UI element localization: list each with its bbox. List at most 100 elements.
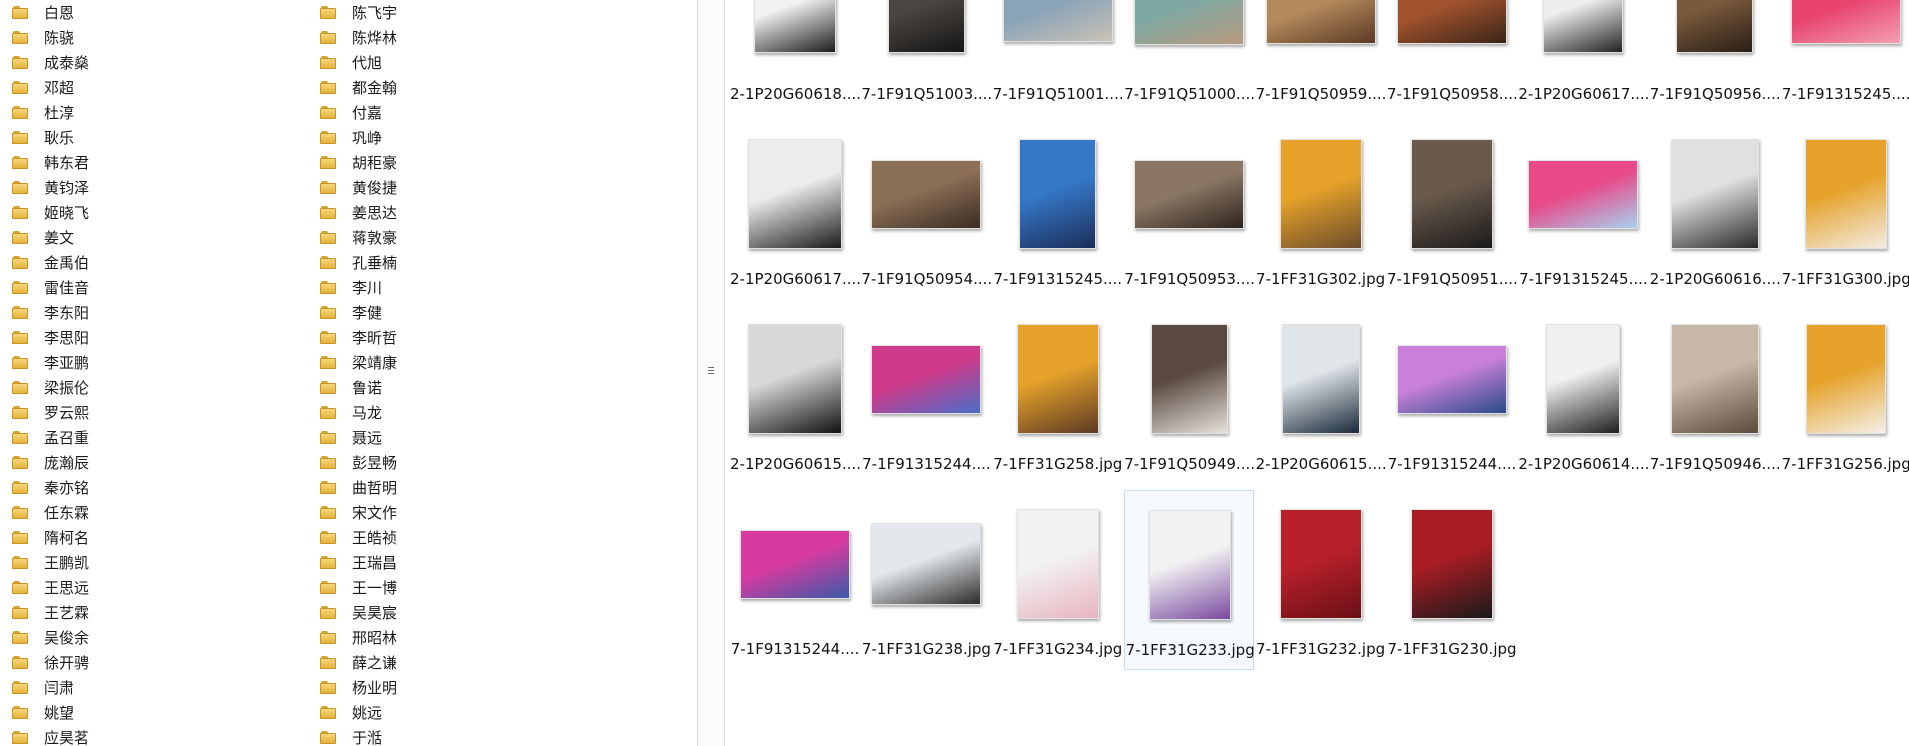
folder-item[interactable]: 李川 xyxy=(320,275,382,300)
file-tile[interactable]: 7-1F91Q51001.... xyxy=(993,0,1123,115)
file-tile[interactable]: 7-1FF31G238.jpg xyxy=(861,490,991,670)
folder-item[interactable]: 聂远 xyxy=(320,425,382,450)
file-tile[interactable]: 7-1F91Q51003.... xyxy=(861,0,991,115)
folder-item[interactable]: 姚望 xyxy=(12,700,74,725)
file-tile[interactable]: 7-1F91315244.... xyxy=(1387,305,1517,485)
file-tile[interactable]: 7-1FF31G256.jpg xyxy=(1781,305,1909,485)
folder-item[interactable]: 任东霖 xyxy=(12,500,89,525)
folder-item[interactable]: 吴昊宸 xyxy=(320,600,397,625)
folder-item[interactable]: 薛之谦 xyxy=(320,650,397,675)
folder-item[interactable]: 王皓祯 xyxy=(320,525,397,550)
folder-item[interactable]: 蒋敦豪 xyxy=(320,225,397,250)
file-tile[interactable]: 7-1F91315244.... xyxy=(730,490,860,670)
folder-item[interactable]: 吴俊余 xyxy=(12,625,89,650)
folder-item[interactable]: 梁靖康 xyxy=(320,350,397,375)
folder-item[interactable]: 罗云熙 xyxy=(12,400,89,425)
file-tile[interactable]: 7-1F91Q50951.... xyxy=(1387,120,1517,300)
file-tile[interactable]: 2-1P20G60617.... xyxy=(1518,0,1648,115)
folder-item[interactable]: 李昕哲 xyxy=(320,325,397,350)
folder-item[interactable]: 李健 xyxy=(320,300,382,325)
folder-item[interactable]: 孔垂楠 xyxy=(320,250,397,275)
folder-item[interactable]: 韩东君 xyxy=(12,150,89,175)
file-tile[interactable]: 7-1F91Q50946.... xyxy=(1650,305,1780,485)
folder-item[interactable]: 王鹏凯 xyxy=(12,550,89,575)
folder-item[interactable]: 黄钧泽 xyxy=(12,175,89,200)
folder-item[interactable]: 隋柯名 xyxy=(12,525,89,550)
file-tile[interactable]: 2-1P20G60614.... xyxy=(1518,305,1648,485)
folder-item[interactable]: 庞瀚辰 xyxy=(12,450,89,475)
folder-item[interactable]: 代旭 xyxy=(320,50,382,75)
file-tile[interactable]: 7-1F91315244.... xyxy=(861,305,991,485)
file-tile[interactable]: 7-1F91Q50953.... xyxy=(1124,120,1254,300)
file-tile[interactable]: 7-1FF31G302.jpg xyxy=(1256,120,1386,300)
file-tile[interactable]: 7-1F91Q50958.... xyxy=(1387,0,1517,115)
folder-item[interactable]: 邢昭林 xyxy=(320,625,397,650)
file-tile[interactable]: 2-1P20G60617.... xyxy=(730,120,860,300)
folder-item[interactable]: 徐开骋 xyxy=(12,650,89,675)
file-thumbnail-image xyxy=(740,529,850,599)
folder-item[interactable]: 成泰燊 xyxy=(12,50,89,75)
folder-item[interactable]: 巩峥 xyxy=(320,125,382,150)
folder-item[interactable]: 闫肃 xyxy=(12,675,74,700)
folder-icon xyxy=(320,131,336,144)
folder-item[interactable]: 耿乐 xyxy=(12,125,74,150)
file-tile[interactable]: 7-1FF31G258.jpg xyxy=(993,305,1123,485)
folder-label: 李思阳 xyxy=(44,329,90,347)
folder-item[interactable]: 姚远 xyxy=(320,700,382,725)
folder-item[interactable]: 都金翰 xyxy=(320,75,397,100)
file-tile[interactable]: 7-1F91Q50959.... xyxy=(1256,0,1386,115)
folder-item[interactable]: 付嘉 xyxy=(320,100,382,125)
folder-item[interactable]: 胡秬豪 xyxy=(320,150,397,175)
folder-icon xyxy=(12,56,28,69)
file-tile[interactable]: 2-1P20G60616.... xyxy=(1650,120,1780,300)
file-tile[interactable]: 2-1P20G60615.... xyxy=(730,305,860,485)
folder-item[interactable]: 马龙 xyxy=(320,400,382,425)
folder-item[interactable]: 姜思达 xyxy=(320,200,397,225)
file-tile[interactable]: 7-1FF31G233.jpg xyxy=(1124,490,1255,670)
file-name-label: 7-1F91315245.... xyxy=(993,270,1123,288)
folder-item[interactable]: 彭昱畅 xyxy=(320,450,397,475)
folder-item[interactable]: 黄俊捷 xyxy=(320,175,397,200)
folder-item[interactable]: 李东阳 xyxy=(12,300,89,325)
file-tile[interactable]: 7-1F91315245.... xyxy=(1518,120,1648,300)
folder-item[interactable]: 于湉 xyxy=(320,725,382,746)
file-tile[interactable]: 7-1F91315245.... xyxy=(993,120,1123,300)
folder-item[interactable]: 王艺霖 xyxy=(12,600,89,625)
file-tile[interactable]: 7-1F91Q50949.... xyxy=(1124,305,1254,485)
folder-item[interactable]: 王一博 xyxy=(320,575,397,600)
folder-item[interactable]: 陈飞宇 xyxy=(320,0,397,25)
folder-item[interactable]: 宋文作 xyxy=(320,500,397,525)
file-tile[interactable]: 7-1FF31G234.jpg xyxy=(993,490,1123,670)
file-tile[interactable]: 7-1F91Q50956.... xyxy=(1650,0,1780,115)
folder-item[interactable]: 白恩 xyxy=(12,0,74,25)
file-tile[interactable]: 7-1FF31G300.jpg xyxy=(1781,120,1909,300)
folder-item[interactable]: 杨业明 xyxy=(320,675,397,700)
folder-item[interactable]: 王瑞昌 xyxy=(320,550,397,575)
file-tile[interactable]: 7-1FF31G230.jpg xyxy=(1387,490,1517,670)
folder-item[interactable]: 姬晓飞 xyxy=(12,200,89,225)
folder-item[interactable]: 王思远 xyxy=(12,575,89,600)
folder-label: 雷佳音 xyxy=(44,279,90,297)
file-tile[interactable]: 7-1FF31G232.jpg xyxy=(1256,490,1386,670)
folder-item[interactable]: 孟召重 xyxy=(12,425,89,450)
file-tile[interactable]: 7-1F91Q50954.... xyxy=(861,120,991,300)
folder-item[interactable]: 姜文 xyxy=(12,225,74,250)
folder-item[interactable]: 李亚鹏 xyxy=(12,350,89,375)
file-tile[interactable]: 7-1F91Q51000.... xyxy=(1124,0,1254,115)
folder-item[interactable]: 金禹伯 xyxy=(12,250,89,275)
pane-splitter[interactable] xyxy=(697,0,725,746)
folder-item[interactable]: 陈骁 xyxy=(12,25,74,50)
folder-item[interactable]: 雷佳音 xyxy=(12,275,89,300)
folder-item[interactable]: 邓超 xyxy=(12,75,74,100)
folder-item[interactable]: 鲁诺 xyxy=(320,375,382,400)
folder-item[interactable]: 秦亦铭 xyxy=(12,475,89,500)
folder-item[interactable]: 梁振伦 xyxy=(12,375,89,400)
folder-item[interactable]: 陈烨林 xyxy=(320,25,397,50)
file-tile[interactable]: 7-1F91315245.... xyxy=(1781,0,1909,115)
file-tile[interactable]: 2-1P20G60618.... xyxy=(730,0,860,115)
folder-item[interactable]: 曲哲明 xyxy=(320,475,397,500)
file-tile[interactable]: 2-1P20G60615.... xyxy=(1256,305,1386,485)
folder-item[interactable]: 应昊茗 xyxy=(12,725,89,746)
folder-item[interactable]: 杜淳 xyxy=(12,100,74,125)
folder-item[interactable]: 李思阳 xyxy=(12,325,89,350)
